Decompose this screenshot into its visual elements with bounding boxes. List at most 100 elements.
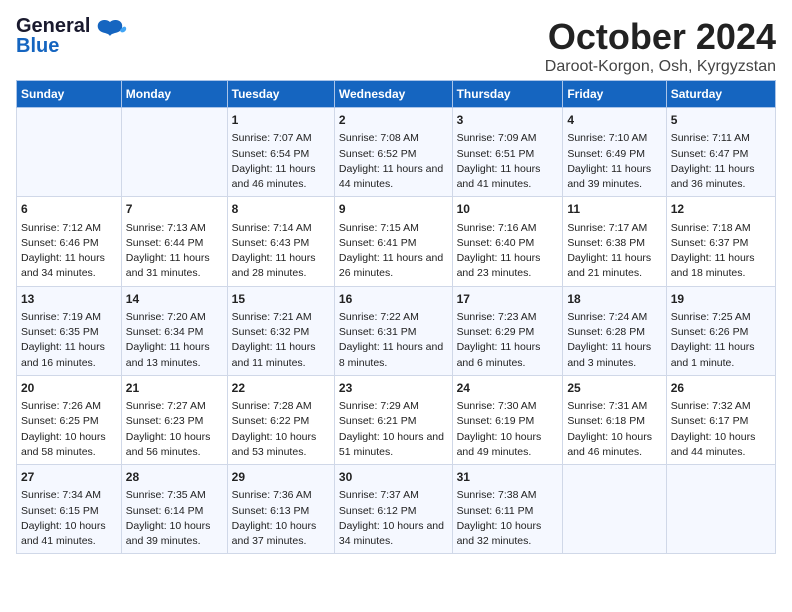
day-number: 17: [457, 291, 559, 308]
day-info: Sunset: 6:21 PM: [339, 414, 448, 429]
day-info: Sunset: 6:29 PM: [457, 325, 559, 340]
day-info: Sunrise: 7:20 AM: [126, 310, 223, 325]
day-info: Sunrise: 7:22 AM: [339, 310, 448, 325]
day-info: Sunrise: 7:17 AM: [567, 221, 661, 236]
calendar-body: 1Sunrise: 7:07 AMSunset: 6:54 PMDaylight…: [17, 108, 776, 554]
week-row-4: 20Sunrise: 7:26 AMSunset: 6:25 PMDayligh…: [17, 375, 776, 464]
day-number: 23: [339, 380, 448, 397]
header-cell-monday: Monday: [121, 81, 227, 108]
day-info: Sunrise: 7:14 AM: [232, 221, 330, 236]
day-number: 24: [457, 380, 559, 397]
day-info: Sunrise: 7:15 AM: [339, 221, 448, 236]
day-number: 26: [671, 380, 771, 397]
day-info: Sunrise: 7:07 AM: [232, 131, 330, 146]
day-number: 15: [232, 291, 330, 308]
month-title: October 2024: [545, 16, 776, 58]
day-info: Daylight: 10 hours and 56 minutes.: [126, 430, 223, 460]
day-number: 4: [567, 112, 661, 129]
day-number: 7: [126, 201, 223, 218]
day-info: Sunrise: 7:24 AM: [567, 310, 661, 325]
day-info: Daylight: 11 hours and 26 minutes.: [339, 251, 448, 281]
calendar-cell: 9Sunrise: 7:15 AMSunset: 6:41 PMDaylight…: [334, 197, 452, 286]
day-info: Daylight: 11 hours and 39 minutes.: [567, 162, 661, 192]
logo-name: General Blue: [16, 16, 90, 56]
day-number: 30: [339, 469, 448, 486]
day-info: Daylight: 11 hours and 44 minutes.: [339, 162, 448, 192]
day-info: Daylight: 11 hours and 1 minute.: [671, 340, 771, 370]
calendar-cell: 14Sunrise: 7:20 AMSunset: 6:34 PMDayligh…: [121, 286, 227, 375]
title-block: October 2024 Daroot-Korgon, Osh, Kyrgyzs…: [545, 16, 776, 76]
calendar-cell: 17Sunrise: 7:23 AMSunset: 6:29 PMDayligh…: [452, 286, 563, 375]
calendar-cell: 15Sunrise: 7:21 AMSunset: 6:32 PMDayligh…: [227, 286, 334, 375]
calendar-cell: 25Sunrise: 7:31 AMSunset: 6:18 PMDayligh…: [563, 375, 666, 464]
day-info: Sunset: 6:47 PM: [671, 147, 771, 162]
day-info: Sunset: 6:37 PM: [671, 236, 771, 251]
day-info: Sunrise: 7:32 AM: [671, 399, 771, 414]
day-number: 5: [671, 112, 771, 129]
day-number: 6: [21, 201, 117, 218]
calendar-cell: [666, 465, 775, 554]
week-row-5: 27Sunrise: 7:34 AMSunset: 6:15 PMDayligh…: [17, 465, 776, 554]
day-info: Sunrise: 7:27 AM: [126, 399, 223, 414]
day-number: 10: [457, 201, 559, 218]
day-number: 1: [232, 112, 330, 129]
day-info: Sunset: 6:22 PM: [232, 414, 330, 429]
day-info: Daylight: 10 hours and 37 minutes.: [232, 519, 330, 549]
day-info: Sunrise: 7:13 AM: [126, 221, 223, 236]
day-info: Sunrise: 7:34 AM: [21, 488, 117, 503]
week-row-3: 13Sunrise: 7:19 AMSunset: 6:35 PMDayligh…: [17, 286, 776, 375]
day-number: 25: [567, 380, 661, 397]
day-info: Sunset: 6:51 PM: [457, 147, 559, 162]
week-row-2: 6Sunrise: 7:12 AMSunset: 6:46 PMDaylight…: [17, 197, 776, 286]
day-info: Sunset: 6:43 PM: [232, 236, 330, 251]
day-info: Sunrise: 7:09 AM: [457, 131, 559, 146]
day-info: Sunrise: 7:30 AM: [457, 399, 559, 414]
calendar-cell: 21Sunrise: 7:27 AMSunset: 6:23 PMDayligh…: [121, 375, 227, 464]
day-number: 16: [339, 291, 448, 308]
day-info: Sunrise: 7:11 AM: [671, 131, 771, 146]
day-info: Sunset: 6:32 PM: [232, 325, 330, 340]
calendar-cell: 18Sunrise: 7:24 AMSunset: 6:28 PMDayligh…: [563, 286, 666, 375]
day-info: Daylight: 11 hours and 23 minutes.: [457, 251, 559, 281]
calendar-cell: [121, 108, 227, 197]
day-info: Sunrise: 7:19 AM: [21, 310, 117, 325]
day-info: Daylight: 11 hours and 16 minutes.: [21, 340, 117, 370]
week-row-1: 1Sunrise: 7:07 AMSunset: 6:54 PMDaylight…: [17, 108, 776, 197]
day-number: 18: [567, 291, 661, 308]
day-number: 11: [567, 201, 661, 218]
day-info: Sunrise: 7:31 AM: [567, 399, 661, 414]
page-header: General Blue October 2024 Daroot-Korgon,…: [16, 16, 776, 76]
day-info: Daylight: 11 hours and 13 minutes.: [126, 340, 223, 370]
day-info: Sunrise: 7:10 AM: [567, 131, 661, 146]
calendar-cell: 20 Sunrise: 7:26 AMSunset: 6:25 PMDayligh…: [17, 375, 122, 464]
day-number: 20: [21, 380, 117, 397]
day-info: Sunset: 6:28 PM: [567, 325, 661, 340]
calendar-cell: 4Sunrise: 7:10 AMSunset: 6:49 PMDaylight…: [563, 108, 666, 197]
calendar-cell: 1Sunrise: 7:07 AMSunset: 6:54 PMDaylight…: [227, 108, 334, 197]
day-info: Daylight: 10 hours and 58 minutes.: [21, 430, 117, 460]
day-info: Daylight: 11 hours and 28 minutes.: [232, 251, 330, 281]
calendar-cell: 3Sunrise: 7:09 AMSunset: 6:51 PMDaylight…: [452, 108, 563, 197]
day-info: Sunset: 6:31 PM: [339, 325, 448, 340]
day-info: Daylight: 11 hours and 21 minutes.: [567, 251, 661, 281]
day-info: Sunrise: 7:23 AM: [457, 310, 559, 325]
day-info: Sunrise: 7:18 AM: [671, 221, 771, 236]
day-number: 9: [339, 201, 448, 218]
header-cell-friday: Friday: [563, 81, 666, 108]
day-info: Sunset: 6:38 PM: [567, 236, 661, 251]
day-number: 27: [21, 469, 117, 486]
day-info: Daylight: 10 hours and 32 minutes.: [457, 519, 559, 549]
day-info: Daylight: 10 hours and 46 minutes.: [567, 430, 661, 460]
day-info: Sunset: 6:14 PM: [126, 504, 223, 519]
day-info: Sunset: 6:40 PM: [457, 236, 559, 251]
header-cell-thursday: Thursday: [452, 81, 563, 108]
day-number: 13: [21, 291, 117, 308]
day-info: Sunrise: 7:25 AM: [671, 310, 771, 325]
day-info: Sunrise: 7:26 AM: [21, 399, 117, 414]
day-info: Sunrise: 7:28 AM: [232, 399, 330, 414]
day-info: Sunset: 6:25 PM: [21, 414, 117, 429]
calendar-cell: 7Sunrise: 7:13 AMSunset: 6:44 PMDaylight…: [121, 197, 227, 286]
day-info: Sunrise: 7:12 AM: [21, 221, 117, 236]
day-info: Sunrise: 7:21 AM: [232, 310, 330, 325]
day-number: 21: [126, 380, 223, 397]
